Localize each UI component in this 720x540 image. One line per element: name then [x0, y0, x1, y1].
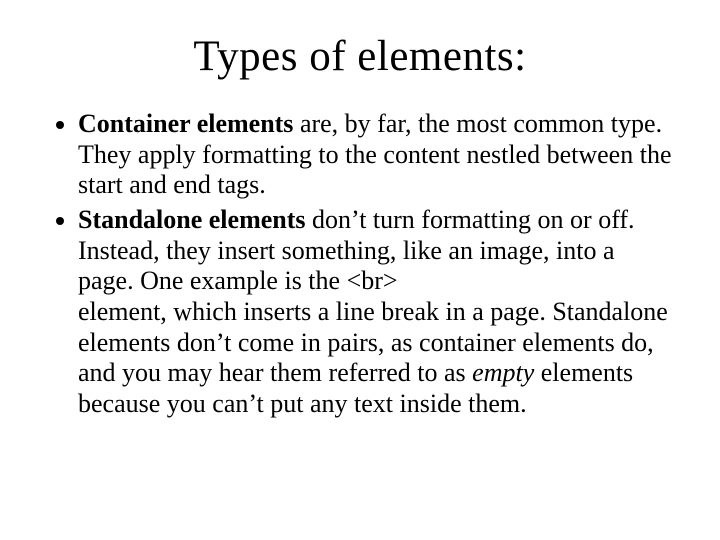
- lead-term: Standalone elements: [78, 205, 306, 234]
- emphasis-word: empty: [472, 358, 534, 387]
- lead-term: Container elements: [78, 109, 293, 138]
- code-br-tag: <br>: [347, 266, 398, 295]
- slide-title: Types of elements:: [48, 32, 672, 81]
- slide: Types of elements: Container elements ar…: [0, 0, 720, 540]
- list-item: Container elements are, by far, the most…: [78, 109, 672, 201]
- list-item: Standalone elements don’t turn formattin…: [78, 205, 672, 420]
- bullet-list: Container elements are, by far, the most…: [48, 109, 672, 420]
